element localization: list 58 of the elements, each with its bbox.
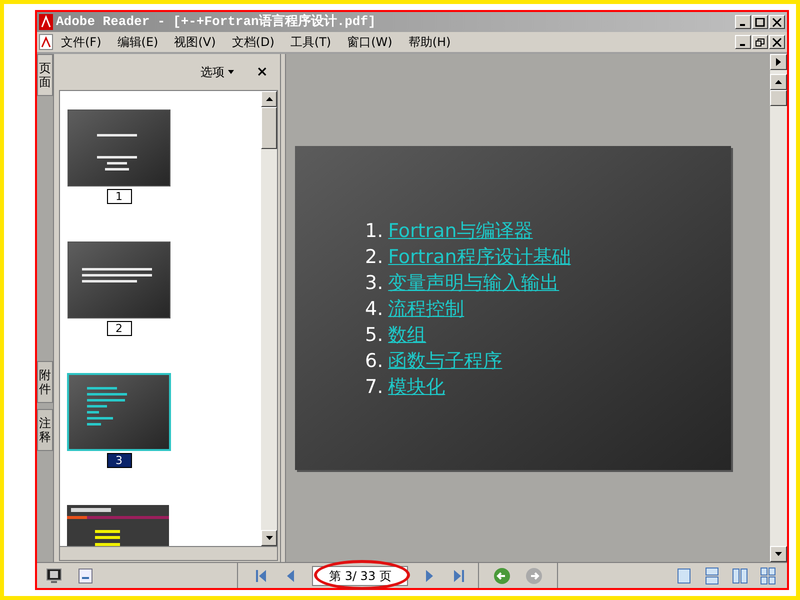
list-number: 3. [365, 271, 384, 296]
list-number: 6. [365, 349, 384, 374]
page-number-label: 2 [106, 321, 132, 336]
menu-item[interactable]: 窗口(W) [347, 33, 392, 51]
scroll-thumb[interactable] [261, 107, 277, 149]
single-page-icon[interactable] [675, 566, 693, 584]
restore-icon[interactable] [752, 35, 768, 49]
menu-item[interactable]: 帮助(H) [408, 33, 451, 51]
slide-link[interactable]: 变量声明与输入输出 [388, 270, 560, 296]
page-thumbnail[interactable] [67, 505, 169, 546]
caret-icon [228, 70, 234, 74]
panel-icon[interactable] [77, 566, 95, 584]
page-number-label: 3 [106, 453, 132, 468]
scroll-down-icon[interactable] [775, 552, 782, 556]
minimize-icon[interactable] [735, 35, 751, 49]
menu-item[interactable]: 文件(F) [61, 33, 102, 51]
list-number: 5. [365, 323, 384, 348]
close-icon[interactable] [769, 35, 785, 49]
list-number: 2. [365, 245, 384, 270]
maximize-icon[interactable] [752, 15, 768, 29]
side-tab[interactable]: 注释 [37, 409, 53, 451]
slide-link[interactable]: Fortran程序设计基础 [388, 244, 571, 270]
list-number: 7. [365, 375, 384, 400]
scroll-thumb[interactable] [770, 90, 787, 106]
slide-link[interactable]: Fortran与编译器 [388, 218, 533, 244]
scroll-down-icon[interactable] [266, 536, 272, 540]
close-button[interactable]: × [256, 62, 268, 82]
close-icon[interactable] [769, 15, 785, 29]
window-title: Adobe Reader - [+-+Fortran语言程序设计.pdf] [56, 12, 377, 32]
app-logo-icon [39, 14, 53, 30]
back-icon[interactable] [493, 566, 511, 584]
continuous-page-icon[interactable] [703, 566, 721, 584]
slide-link[interactable]: 数组 [388, 322, 426, 348]
list-number: 1. [365, 219, 384, 244]
document-icon [39, 34, 53, 50]
page-thumbnail[interactable] [67, 373, 171, 451]
minimize-icon[interactable] [735, 15, 751, 29]
scroll-up-icon[interactable] [266, 97, 272, 101]
side-tab[interactable]: 附件 [37, 361, 53, 403]
menu-item[interactable]: 文档(D) [232, 33, 274, 51]
menu-item[interactable]: 编辑(E) [117, 33, 158, 51]
scroll-right-icon[interactable] [776, 58, 781, 66]
slide-link[interactable]: 流程控制 [388, 296, 464, 322]
page-thumbnail[interactable] [67, 241, 171, 319]
slide-link[interactable]: 模块化 [388, 374, 446, 400]
monitor-icon[interactable] [45, 566, 63, 584]
page-field[interactable]: 第 3/ 33 页 [312, 566, 408, 586]
side-tab[interactable]: 页面 [37, 54, 53, 96]
list-number: 4. [365, 297, 384, 322]
menu-item[interactable]: 视图(V) [174, 33, 216, 51]
menu-item[interactable]: 工具(T) [290, 33, 332, 51]
continuous-facing-icon[interactable] [759, 566, 777, 584]
page-thumbnail[interactable] [67, 109, 171, 187]
options-dropdown[interactable]: 选项 [200, 63, 234, 81]
facing-pages-icon[interactable] [731, 566, 749, 584]
slide-link[interactable]: 函数与子程序 [388, 348, 502, 374]
page-number-label: 1 [106, 189, 132, 204]
scroll-up-icon[interactable] [775, 80, 782, 84]
